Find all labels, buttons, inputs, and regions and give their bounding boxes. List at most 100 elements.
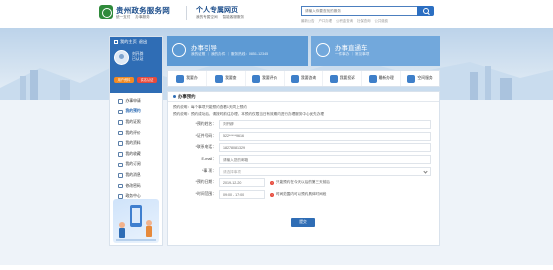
hot-words: 最新公告 户口办理 公积金查询 社保查询 公共缴费 <box>301 18 391 23</box>
header-divider <box>186 6 187 20</box>
express-card[interactable]: 办事直通车 一件事办 ｜ 常见事项 <box>311 36 440 66</box>
name-field[interactable] <box>219 120 431 129</box>
date-hint-text: 只能预约在今天以后的第三天前后 <box>276 180 330 185</box>
tab-label: 空间服务 <box>417 76 433 80</box>
tab-query[interactable]: 我要查 <box>207 71 246 86</box>
sidebar-item-label: 办事申请 <box>125 98 141 103</box>
tab-consult[interactable]: 我要咨询 <box>285 71 324 86</box>
guide-card[interactable]: 办事引导 我的证照 ｜ 我的办件 ｜ 服务热线：0851-12345 <box>167 36 308 66</box>
booking-form: *预约姓名： *证件号码： *联系电话： E-mail： *事 项： 请选择事项… <box>168 119 441 201</box>
date-hint: ! 只能预约在今天以后的第三天前后 <box>270 180 330 185</box>
phone-people-illustration <box>116 205 156 241</box>
latest-tab-icon <box>368 74 377 83</box>
id-number-field[interactable] <box>219 131 431 141</box>
sidebar-item-messages[interactable]: 我的消息 <box>114 170 162 181</box>
phone-label: *联系电话： <box>195 145 216 150</box>
home-icon <box>114 40 118 44</box>
express-card-title: 办事直通车 <box>335 45 368 52</box>
space-link-service[interactable]: 智能客服服务 <box>223 15 245 19</box>
space-links: 我的专属空间 智能客服服务 <box>196 15 248 20</box>
tab-label: 我要咨询 <box>300 76 317 80</box>
time-label: *时间范围： <box>195 192 216 197</box>
user-profile-button[interactable]: 用户资料 <box>114 77 134 83</box>
review-tab-icon <box>252 74 261 83</box>
site-header: 贵州政务服务网 统一支付 办事服务 个人专属网页 我的专属空间 智能客服服务 最… <box>0 0 553 28</box>
form-row-email: E-mail： <box>168 154 441 166</box>
hot-word[interactable]: 最新公告 <box>301 19 315 23</box>
calendar-icon <box>118 109 123 115</box>
site-link-pay[interactable]: 统一支付 <box>116 15 130 19</box>
form-row-name: *预约姓名： <box>168 119 441 131</box>
logout-link[interactable]: 退出 <box>139 39 147 45</box>
date-label: *预约日期： <box>195 180 216 185</box>
sidebar-item-label: 我的评价 <box>125 130 141 135</box>
submit-button[interactable]: 提交 <box>291 218 315 227</box>
date-field[interactable] <box>219 178 265 188</box>
site-link-service[interactable]: 办事服务 <box>135 15 149 19</box>
name-label: *预约姓名： <box>195 122 216 126</box>
tab-latest[interactable]: 最新办理 <box>362 71 402 86</box>
site-links: 统一支付 办事服务 <box>116 15 154 20</box>
tab-space[interactable]: 空间服务 <box>401 71 439 86</box>
space-link-mine[interactable]: 我的专属空间 <box>196 15 218 19</box>
tab-label: 我要投诉 <box>339 76 355 80</box>
guide-card-title: 办事引导 <box>191 45 217 52</box>
tab-label: 最新办理 <box>378 76 394 80</box>
lock-icon <box>118 183 123 189</box>
site-logo-icon[interactable] <box>99 5 113 19</box>
hot-word[interactable]: 公积金查询 <box>336 19 353 23</box>
time-hint-text: 时间范围内可以预约具体时间段 <box>276 192 327 197</box>
hot-word[interactable]: 公共缴费 <box>374 19 388 23</box>
sidebar-item-licenses[interactable]: 我的证照 <box>114 117 162 128</box>
folder-icon <box>118 141 123 146</box>
space-tab-icon <box>407 74 416 83</box>
apply-tab-icon <box>176 74 185 83</box>
sidebar-nav: 办事申请 我的预约 我的证照 我的评价 我的资料 我的收藏 我的订阅 我的消息 … <box>110 93 162 202</box>
tab-review[interactable]: 我要评价 <box>246 71 285 86</box>
tab-label: 我要查 <box>225 76 237 80</box>
chevron-down-icon <box>423 169 428 174</box>
tab-apply[interactable]: 我要办 <box>168 71 207 86</box>
bell-icon <box>118 162 123 168</box>
sidebar-item-subscriptions[interactable]: 我的订阅 <box>114 160 162 171</box>
sidebar-item-label: 我的订阅 <box>125 162 141 167</box>
panel-title: 办事预约 <box>178 93 196 99</box>
tab-complain[interactable]: 我要投诉 <box>323 71 363 86</box>
hot-word[interactable]: 户口办理 <box>319 19 333 23</box>
avatar[interactable] <box>114 50 129 65</box>
time-field[interactable] <box>219 190 265 200</box>
warning-icon: ! <box>270 192 274 197</box>
query-tab-icon <box>215 74 224 83</box>
sidebar-item-label: 修改密码 <box>125 183 141 188</box>
profile-actions: 用户资料 实名认证 <box>114 77 157 83</box>
id-label: *证件号码： <box>195 133 216 138</box>
sidebar-item-label: 我的证照 <box>125 119 141 124</box>
profile-block: 刘开辟 已认证 用户资料 实名认证 <box>110 47 162 93</box>
consult-tab-icon <box>290 74 299 83</box>
sidebar-item-reviews[interactable]: 我的评价 <box>114 128 162 139</box>
sidebar-item-apply[interactable]: 办事申请 <box>114 96 162 107</box>
sidebar-item-booking[interactable]: 我的预约 <box>114 107 162 118</box>
sidebar-promo-illustration <box>113 199 159 243</box>
sidebar-item-password[interactable]: 修改密码 <box>114 181 162 192</box>
item-select-placeholder: 请选择事项 <box>223 169 241 174</box>
star-icon <box>118 130 123 136</box>
warning-icon: ! <box>270 180 274 185</box>
complain-tab-icon <box>329 74 338 83</box>
item-select[interactable]: 请选择事项 <box>219 166 431 176</box>
express-icon <box>316 43 330 57</box>
quick-tab-bar: 我要办 我要查 我要评价 我要咨询 我要投诉 最新办理 空间服务 <box>167 70 440 87</box>
tab-label: 我要评价 <box>262 76 278 80</box>
title-dot-icon <box>173 95 176 98</box>
search-button[interactable] <box>417 6 434 16</box>
hot-word[interactable]: 社保查询 <box>357 19 371 23</box>
certify-button[interactable]: 实名认证 <box>137 77 157 83</box>
search-input[interactable] <box>301 6 417 16</box>
sidebar: 我的主页 退出 刘开辟 已认证 用户资料 实名认证 办事申请 我的预约 我的证照… <box>109 36 163 246</box>
phone-field[interactable] <box>219 143 431 153</box>
sidebar-item-documents[interactable]: 我的资料 <box>114 138 162 149</box>
sidebar-item-favorites[interactable]: 我的收藏 <box>114 149 162 160</box>
express-card-subtitle: 一件事办 ｜ 常见事项 <box>335 52 370 56</box>
sidebar-title-bar: 我的主页 退出 <box>110 37 162 47</box>
email-field[interactable] <box>219 155 431 165</box>
